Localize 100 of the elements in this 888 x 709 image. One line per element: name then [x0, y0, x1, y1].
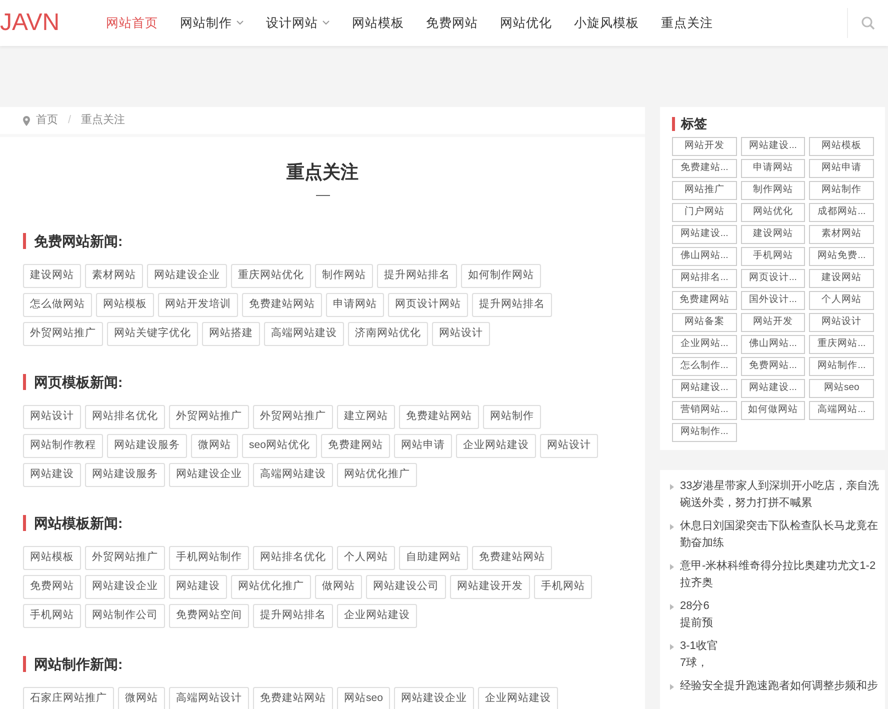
nav-link[interactable]: 网站首页	[95, 14, 169, 32]
tag-link[interactable]: 网站制作	[483, 405, 541, 429]
tag-link[interactable]: 网站建设公司	[366, 575, 446, 599]
tag-link[interactable]: 外贸网站推广	[253, 405, 333, 429]
tag-link[interactable]: 免费网站...	[740, 357, 806, 376]
tag-link[interactable]: 外贸网站推广	[23, 322, 103, 346]
tag-link[interactable]: 免费建站网站	[472, 546, 552, 570]
tag-link[interactable]: 网站设计	[23, 405, 81, 429]
tag-link[interactable]: 网站排名优化	[253, 546, 333, 570]
tag-link[interactable]: 网站建设服务	[107, 434, 187, 458]
site-logo[interactable]: JAVN	[0, 11, 95, 35]
tag-link[interactable]: 网站建设	[23, 463, 81, 487]
tag-link[interactable]: 国外设计...	[740, 291, 806, 310]
tag-link[interactable]: 网站申请	[394, 434, 452, 458]
tag-link[interactable]: 网站设计	[432, 322, 490, 346]
tag-link[interactable]: 网站优化	[740, 203, 806, 222]
tag-link[interactable]: 建设网站	[809, 269, 874, 288]
tag-link[interactable]: 个人网站	[337, 546, 395, 570]
tag-link[interactable]: 网站模板	[23, 546, 81, 570]
tag-link[interactable]: 建立网站	[337, 405, 395, 429]
tag-link[interactable]: 企业网站建设	[456, 434, 536, 458]
tag-link[interactable]: 企业网站...	[672, 335, 737, 354]
tag-link[interactable]: 外贸网站推广	[169, 405, 249, 429]
tag-link[interactable]: 网站制作教程	[23, 434, 103, 458]
tag-link[interactable]: 网页设计网站	[388, 293, 468, 317]
tag-link[interactable]: 成都网站...	[809, 203, 874, 222]
nav-link[interactable]: 小旋风模板	[563, 14, 650, 32]
tag-link[interactable]: 怎么做网站	[23, 293, 92, 317]
tag-link[interactable]: 网站申请	[809, 159, 874, 178]
tag-link[interactable]: 申请网站	[326, 293, 384, 317]
tag-link[interactable]: 网站建设...	[672, 379, 737, 398]
tag-link[interactable]: 免费建网站	[672, 291, 737, 310]
tag-link[interactable]: 济南网站优化	[348, 322, 428, 346]
tag-link[interactable]: 网站优化推广	[337, 463, 417, 487]
tag-link[interactable]: 素材网站	[809, 225, 874, 244]
tag-link[interactable]: 提升网站排名	[253, 604, 333, 628]
tag-link[interactable]: 手机网站制作	[169, 546, 249, 570]
tag-link[interactable]: 门户网站	[672, 203, 737, 222]
tag-link[interactable]: 免费建网站	[320, 434, 390, 458]
tag-link[interactable]: 手机网站	[534, 575, 592, 599]
tag-link[interactable]: 营销网站...	[672, 401, 737, 420]
tag-link[interactable]: 微网站	[118, 687, 165, 709]
tag-link[interactable]: 如何做网站	[740, 401, 806, 420]
tag-link[interactable]: 个人网站	[809, 291, 874, 310]
tag-link[interactable]: 网站建设企业	[394, 687, 474, 709]
tag-link[interactable]: 高端网站...	[809, 401, 874, 420]
tag-link[interactable]: seo网站优化	[242, 434, 317, 458]
tag-link[interactable]: 素材网站	[85, 264, 143, 288]
tag-link[interactable]: 网站建设服务	[85, 463, 165, 487]
news-link[interactable]: 3-1收官 7球，	[680, 638, 718, 672]
search-icon[interactable]	[861, 16, 875, 30]
tag-link[interactable]: 做网站	[315, 575, 362, 599]
tag-link[interactable]: 网站模板	[809, 137, 874, 156]
tag-link[interactable]: 石家庄网站推广	[23, 687, 114, 709]
tag-link[interactable]: 高端网站建设	[253, 463, 333, 487]
tag-link[interactable]: 网站排名...	[672, 269, 737, 288]
tag-link[interactable]: 提升网站排名	[472, 293, 552, 317]
tag-link[interactable]: 网站制作	[809, 181, 874, 200]
tag-link[interactable]: 提升网站排名	[377, 264, 457, 288]
tag-link[interactable]: 网站建设企业	[169, 463, 249, 487]
nav-link[interactable]: 网站制作	[169, 14, 255, 32]
tag-link[interactable]: 网站建设...	[740, 137, 806, 156]
tag-link[interactable]: 制作网站	[315, 264, 373, 288]
tag-link[interactable]: 佛山网站...	[672, 247, 737, 266]
tag-link[interactable]: 网站推广	[672, 181, 737, 200]
news-link[interactable]: 休息日刘国梁突击下队检查队长马龙竟在 勤奋加练	[680, 518, 878, 552]
news-link[interactable]: 33岁港星带家人到深圳开小吃店，亲自洗 碗送外卖，努力打拼不喊累	[680, 478, 880, 512]
tag-link[interactable]: 网站设计	[540, 434, 598, 458]
tag-link[interactable]: 免费建站...	[672, 159, 737, 178]
tag-link[interactable]: 网站建设企业	[147, 264, 227, 288]
tag-link[interactable]: 网站设计	[809, 313, 874, 332]
tag-link[interactable]: 网站建设开发	[450, 575, 530, 599]
tag-link[interactable]: 企业网站建设	[337, 604, 417, 628]
tag-link[interactable]: 网站建设	[169, 575, 227, 599]
tag-link[interactable]: 企业网站建设	[478, 687, 558, 709]
tag-link[interactable]: 高端网站设计	[169, 687, 249, 709]
tag-link[interactable]: 怎么制作...	[672, 357, 737, 376]
tag-link[interactable]: 手机网站	[740, 247, 806, 266]
tag-link[interactable]: 如何制作网站	[461, 264, 541, 288]
tag-link[interactable]: 手机网站	[23, 604, 81, 628]
nav-link[interactable]: 网站优化	[489, 14, 563, 32]
tag-link[interactable]: 微网站	[191, 434, 238, 458]
tag-link[interactable]: 佛山网站...	[740, 335, 806, 354]
tag-link[interactable]: 网站制作...	[672, 423, 737, 442]
tag-link[interactable]: 网站开发	[740, 313, 806, 332]
tag-link[interactable]: 网站关键字优化	[107, 322, 198, 346]
tag-link[interactable]: 网站建设企业	[85, 575, 165, 599]
tag-link[interactable]: 网站seo	[337, 687, 390, 709]
news-link[interactable]: 28分6 提前预	[680, 598, 713, 632]
tag-link[interactable]: 网站建设...	[672, 225, 737, 244]
tag-link[interactable]: 网站开发培训	[158, 293, 238, 317]
nav-link[interactable]: 设计网站	[255, 14, 341, 32]
tag-link[interactable]: 建设网站	[740, 225, 806, 244]
nav-link[interactable]: 免费网站	[415, 14, 489, 32]
tag-link[interactable]: 外贸网站推广	[85, 546, 165, 570]
tag-link[interactable]: 免费网站空间	[169, 604, 249, 628]
tag-link[interactable]: 网页设计...	[740, 269, 806, 288]
tag-link[interactable]: 网站免费...	[809, 247, 874, 266]
tag-link[interactable]: 网站制作公司	[85, 604, 165, 628]
tag-link[interactable]: 网站排名优化	[85, 405, 165, 429]
